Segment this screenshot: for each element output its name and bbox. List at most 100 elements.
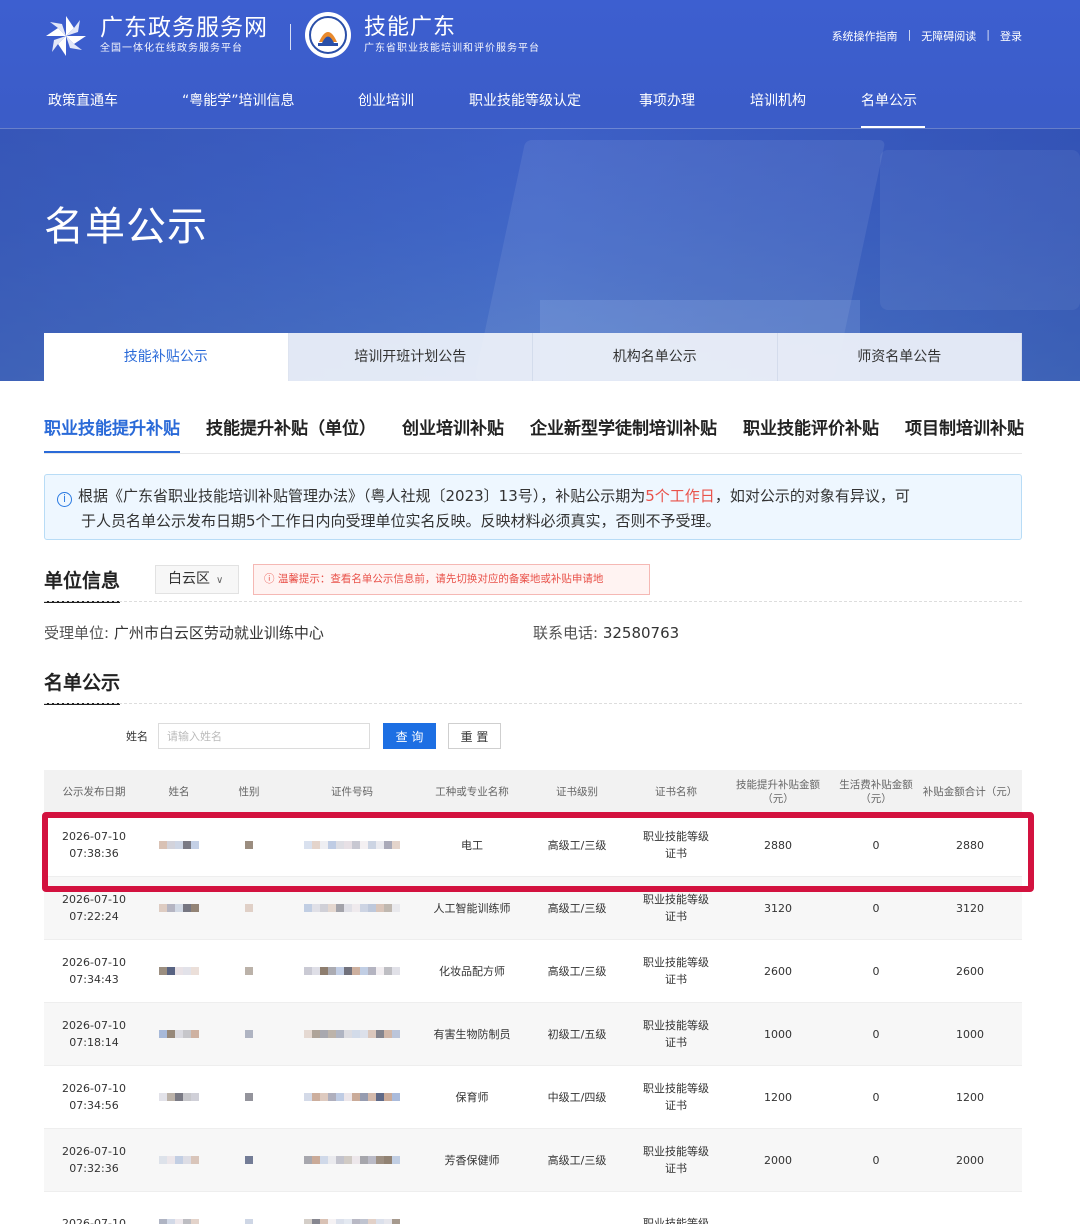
tab-teacher-list[interactable]: 师资名单公告 xyxy=(777,333,1022,381)
accessibility-link[interactable]: 无障碍阅读 xyxy=(921,28,976,44)
masked-name xyxy=(159,904,199,912)
name-search-input[interactable] xyxy=(158,723,370,749)
cell-name-masked xyxy=(144,1129,214,1191)
mask-pixel xyxy=(159,841,167,849)
mask-pixel xyxy=(368,967,376,975)
mask-pixel xyxy=(392,1156,400,1164)
cell-id-masked xyxy=(284,940,420,1002)
mask-pixel xyxy=(376,1219,384,1224)
nav-startup-training[interactable]: 创业培训 xyxy=(358,90,469,128)
banner-tablet-shape xyxy=(880,150,1080,310)
mask-pixel xyxy=(376,904,384,912)
cert-line-2: 证书 xyxy=(665,973,687,986)
masked-gender xyxy=(245,1093,253,1101)
table-row[interactable]: 2026-07-10 07:34:43 化妆品配方师 高级工/三级 职业技能等级证… xyxy=(44,940,1022,1003)
reset-button[interactable]: 重 置 xyxy=(448,723,501,749)
table-row[interactable]: 2026-07-10 07:38:36 电工 高级工/三级 职业技能等级 证书 28… xyxy=(44,814,1022,877)
cell-id-masked xyxy=(284,814,420,876)
subtab-project[interactable]: 项目制培训补贴 xyxy=(905,414,1024,453)
mask-pixel xyxy=(368,1219,376,1224)
table-row[interactable]: 2026-07-10 07:34:56 保育师 中级工/四级 职业技能等级 证书 1… xyxy=(44,1066,1022,1129)
mask-pixel xyxy=(175,1030,183,1038)
brand-gd-gov[interactable]: 广东政务服务网 全国一体化在线政务服务平台 xyxy=(100,14,268,56)
tab-institution-list[interactable]: 机构名单公示 xyxy=(533,333,778,381)
masked-name xyxy=(159,841,199,849)
top-links: 系统操作指南 | 无障碍阅读 | 登录 xyxy=(832,28,1022,44)
nav-skill-certification[interactable]: 职业技能等级认定 xyxy=(469,90,639,128)
nav-policy[interactable]: 政策直通车 xyxy=(48,90,182,128)
cell-cert-name: 职业技能等级 xyxy=(630,1192,722,1224)
mask-pixel xyxy=(159,904,167,912)
mask-pixel xyxy=(159,1030,167,1038)
mask-pixel xyxy=(175,1156,183,1164)
mask-pixel xyxy=(167,1156,175,1164)
cell-cert-level: 初级工/五级 xyxy=(547,1027,607,1041)
tab-class-plan[interactable]: 培训开班计划公告 xyxy=(288,333,533,381)
tab-skill-subsidy[interactable]: 技能补贴公示 xyxy=(44,333,289,381)
cell-job: 人工智能训练师 xyxy=(433,901,511,915)
cert-line-2: 证书 xyxy=(665,1036,687,1049)
subtab-evaluation[interactable]: 职业技能评价补贴 xyxy=(743,414,879,453)
nav-services[interactable]: 事项办理 xyxy=(639,90,750,128)
cert-line-1: 职业技能等级 xyxy=(643,1082,709,1095)
gd-gov-logo-icon[interactable] xyxy=(44,14,88,58)
cell-cert-level: 高级工/三级 xyxy=(547,901,607,915)
publicity-tabs: 技能补贴公示 培训开班计划公告 机构名单公示 师资名单公告 xyxy=(44,333,1022,381)
mask-pixel xyxy=(352,1219,360,1224)
time-text: 07:34:43 xyxy=(69,973,119,986)
mask-pixel xyxy=(175,904,183,912)
subtab-startup[interactable]: 创业培训补贴 xyxy=(402,414,504,453)
cell-cert-level: 高级工/三级 xyxy=(547,964,607,978)
brand-skill-gd[interactable]: 技能广东 广东省职业技能培训和评价服务平台 xyxy=(364,14,540,56)
query-button[interactable]: 查 询 xyxy=(383,723,436,749)
skill-gd-logo-icon[interactable] xyxy=(305,12,351,58)
list-title: 名单公示 xyxy=(44,668,121,705)
table-row[interactable]: 2026-07-10 07:22:24 人工智能训练师 高级工/三级 职业技能等级… xyxy=(44,877,1022,940)
mask-pixel xyxy=(392,1030,400,1038)
mask-pixel xyxy=(320,1219,328,1224)
mask-pixel xyxy=(352,967,360,975)
mask-pixel xyxy=(336,1093,344,1101)
mask-pixel xyxy=(344,904,352,912)
mask-pixel xyxy=(312,841,320,849)
subtab-unit-skill-upgrade[interactable]: 技能提升补贴（单位） xyxy=(206,414,376,453)
district-value: 白云区 xyxy=(168,571,210,587)
nav-institutions[interactable]: 培训机构 xyxy=(750,90,861,128)
cell-job xyxy=(420,1192,524,1224)
agency-label: 受理单位: xyxy=(44,624,110,642)
mask-pixel xyxy=(360,967,368,975)
date-text: 2026-07-10 xyxy=(62,956,126,969)
notice-text-3: 于人员名单公示发布日期5个工作日内向受理单位实名反映。反映材料必须真实，否则不予… xyxy=(81,512,721,530)
table-row[interactable]: 2026-07-10 07:18:14 有害生物防制员 初级工/五级 职业技能等级… xyxy=(44,1003,1022,1066)
nav-public-list[interactable]: 名单公示 xyxy=(861,90,925,128)
mask-pixel xyxy=(304,1219,312,1224)
cell-cert-level: 高级工/三级 xyxy=(547,1153,607,1167)
link-separator: | xyxy=(907,28,912,41)
cell-living-subsidy: 0 xyxy=(872,1153,880,1167)
cell-total-subsidy: 3120 xyxy=(956,901,984,915)
mask-pixel xyxy=(328,1093,336,1101)
chevron-down-icon: ∨ xyxy=(216,575,224,586)
mask-pixel xyxy=(245,1156,253,1164)
cell-date: 2026-07-10 07:38:36 xyxy=(44,814,144,876)
table-row[interactable]: 2026-07-10 职业技能等级 xyxy=(44,1192,1022,1224)
mask-pixel xyxy=(183,1093,191,1101)
subtab-skill-upgrade[interactable]: 职业技能提升补贴 xyxy=(44,414,180,453)
district-select[interactable]: 白云区 ∨ xyxy=(155,565,239,594)
mask-pixel xyxy=(320,967,328,975)
login-link[interactable]: 登录 xyxy=(1000,28,1022,44)
cell-skill-subsidy: 3120 xyxy=(764,901,792,915)
mask-pixel xyxy=(336,967,344,975)
th-living-subsidy: 生活费补贴金额（元） xyxy=(839,779,913,805)
table-row[interactable]: 2026-07-10 07:32:36 芳香保健师 高级工/三级 职业技能等级 证书… xyxy=(44,1129,1022,1192)
nav-training-info[interactable]: “粤能学”培训信息 xyxy=(182,90,358,128)
mask-pixel xyxy=(183,904,191,912)
mask-pixel xyxy=(312,1093,320,1101)
subtab-apprentice[interactable]: 企业新型学徒制培训补贴 xyxy=(530,414,717,453)
th-skill-subsidy: 技能提升补贴金额（元） xyxy=(736,779,820,805)
cell-living-subsidy: 0 xyxy=(872,838,880,852)
mask-pixel xyxy=(352,1093,360,1101)
cert-line-1: 职业技能等级 xyxy=(643,830,709,843)
guide-link[interactable]: 系统操作指南 xyxy=(832,28,898,44)
time-text: 07:22:24 xyxy=(69,910,119,923)
